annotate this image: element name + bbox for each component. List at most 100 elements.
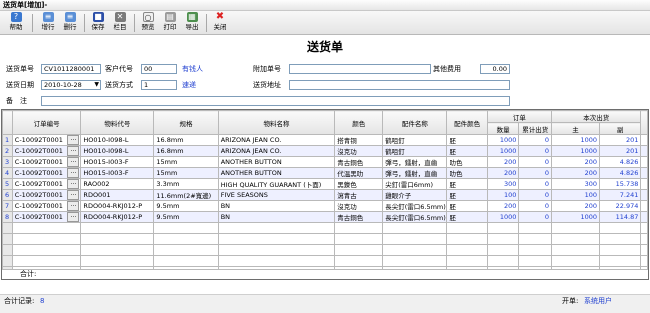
empty-row[interactable]: [2, 233, 648, 245]
part-color-cell[interactable]: 胚: [446, 200, 488, 212]
empty-row[interactable]: [2, 244, 648, 256]
sub-cell[interactable]: 22.974: [598, 200, 642, 212]
order-no-header[interactable]: 订单编号: [11, 110, 82, 135]
main-cell[interactable]: 1000: [551, 134, 600, 146]
order-no-cell[interactable]: C-10092T0001…: [11, 167, 82, 179]
other-fee-field[interactable]: 0.00: [480, 64, 510, 74]
qty-header[interactable]: 数量: [486, 122, 520, 135]
qty-cell[interactable]: 300: [486, 178, 520, 190]
part-color-cell[interactable]: 胚: [446, 145, 488, 157]
empty-row[interactable]: [2, 222, 648, 234]
columns-button[interactable]: ✕ 栏目: [110, 12, 130, 34]
part-name-cell[interactable]: 鹤咀釘: [382, 134, 448, 146]
table-row[interactable]: 2 C-10092T0001 … HO010-I098-L 16.8mm ARIZONA …: [2, 145, 648, 157]
item-name-cell[interactable]: ANOTHER BUTTON: [217, 156, 336, 168]
remark-field[interactable]: [41, 96, 510, 106]
main-cell[interactable]: 300: [551, 178, 600, 190]
table-row[interactable]: 7 C-10092T0001 … RDO004-RKJ012-P 9.5mm BN 沒克功 長…: [2, 200, 648, 212]
main-cell[interactable]: 1000: [551, 211, 600, 223]
main-header[interactable]: 主: [551, 122, 600, 135]
chevron-down-icon[interactable]: ▼: [94, 81, 99, 89]
doc-no-field[interactable]: CV1011280001: [41, 64, 101, 74]
part-color-cell[interactable]: 叻色: [446, 167, 488, 179]
sub-cell[interactable]: 15.738: [598, 178, 642, 190]
order-no-cell[interactable]: C-10092T0001…: [11, 178, 82, 190]
lookup-button[interactable]: …: [67, 179, 80, 189]
lookup-button[interactable]: …: [67, 146, 80, 156]
sub-cell[interactable]: 7.241: [598, 189, 642, 201]
item-name-cell[interactable]: ANOTHER BUTTON: [217, 167, 336, 179]
order-no-cell[interactable]: C-10092T0001…: [11, 189, 82, 201]
item-code-cell[interactable]: RDO001: [80, 189, 155, 201]
table-row[interactable]: 4 C-10092T0001 … HO015-I003-F 15mm ANOTHER BU…: [2, 167, 648, 179]
item-name-cell[interactable]: BN: [217, 211, 336, 223]
spec-cell[interactable]: 16.8mm: [153, 145, 219, 157]
lookup-button[interactable]: …: [67, 212, 80, 222]
color-header[interactable]: 颜色: [334, 110, 384, 135]
item-code-cell[interactable]: HO015-I003-F: [80, 156, 155, 168]
item-name-cell[interactable]: ARIZONA JEAN CO.: [217, 145, 336, 157]
item-name-cell[interactable]: HIGH QUALITY GUARANT (卜面): [217, 178, 336, 190]
lookup-button[interactable]: …: [67, 168, 80, 178]
color-cell[interactable]: 沒克功: [334, 200, 384, 212]
part-color-cell[interactable]: 胚: [446, 189, 488, 201]
order-no-cell[interactable]: C-10092T0001…: [11, 134, 82, 146]
color-cell[interactable]: 搭青铜: [334, 134, 384, 146]
main-cell[interactable]: 1000: [551, 145, 600, 157]
spec-cell[interactable]: 3.3mm: [153, 178, 219, 190]
qty-cell[interactable]: 1000: [486, 211, 520, 223]
cum-out-cell[interactable]: 0: [518, 200, 553, 212]
cum-out-cell[interactable]: 0: [518, 156, 553, 168]
cum-out-cell[interactable]: 0: [518, 178, 553, 190]
item-name-cell[interactable]: BN: [217, 200, 336, 212]
part-name-cell[interactable]: 長尖釘(雷口6.5mm): [382, 211, 448, 223]
order-no-cell[interactable]: C-10092T0001…: [11, 156, 82, 168]
table-row[interactable]: 8 C-10092T0001 … RDO004-RKJ012-P 9.5mm BN 青古銅色…: [2, 211, 648, 223]
part-name-cell[interactable]: 尖釘(雷口6mm): [382, 178, 448, 190]
customer-code-field[interactable]: 00: [141, 64, 177, 74]
main-cell[interactable]: 200: [551, 167, 600, 179]
table-row[interactable]: 1 C-10092T0001 … HO010-I098-L 16.8mm ARIZONA …: [2, 134, 648, 146]
cum-out-cell[interactable]: 0: [518, 189, 553, 201]
print-button[interactable]: ▤ 打印: [160, 12, 180, 34]
save-button[interactable]: ■ 保存: [88, 12, 108, 34]
sub-cell[interactable]: 4.826: [598, 167, 642, 179]
spec-cell[interactable]: 9.5mm: [153, 200, 219, 212]
qty-cell[interactable]: 200: [486, 156, 520, 168]
item-code-cell[interactable]: HO010-I098-L: [80, 134, 155, 146]
part-color-cell[interactable]: 胚: [446, 211, 488, 223]
item-code-cell[interactable]: RAO002: [80, 178, 155, 190]
part-color-cell[interactable]: 胚: [446, 178, 488, 190]
lookup-button[interactable]: …: [67, 157, 80, 167]
color-cell[interactable]: 瀉青古: [334, 189, 384, 201]
spec-header[interactable]: 规格: [153, 110, 219, 135]
part-color-cell[interactable]: 叻色: [446, 156, 488, 168]
item-name-cell[interactable]: ARIZONA JEAN CO.: [217, 134, 336, 146]
spec-cell[interactable]: 9.5mm: [153, 211, 219, 223]
item-code-cell[interactable]: HO015-I003-F: [80, 167, 155, 179]
lookup-button[interactable]: …: [67, 190, 80, 200]
main-cell[interactable]: 200: [551, 156, 600, 168]
preview-button[interactable]: ○ 预览: [138, 12, 158, 34]
table-row[interactable]: 5 C-10092T0001 … RAO002 3.3mm HIGH QUALITY GU…: [2, 178, 648, 190]
spec-cell[interactable]: 15mm: [153, 167, 219, 179]
address-field[interactable]: [289, 80, 510, 90]
cum-out-cell[interactable]: 0: [518, 145, 553, 157]
order-no-cell[interactable]: C-10092T0001…: [11, 145, 82, 157]
sub-header[interactable]: 副: [598, 122, 642, 135]
main-cell[interactable]: 100: [551, 189, 600, 201]
sub-cell[interactable]: 201: [598, 145, 642, 157]
empty-row[interactable]: [2, 255, 648, 267]
extra-no-field[interactable]: [289, 64, 431, 74]
item-name-cell[interactable]: FIVE SEASONS: [217, 189, 336, 201]
close-button[interactable]: ✖ 关闭: [210, 12, 230, 34]
color-cell[interactable]: 青古銅色: [334, 156, 384, 168]
main-cell[interactable]: 200: [551, 200, 600, 212]
cum-out-header[interactable]: 累计出货: [518, 122, 553, 135]
cum-out-cell[interactable]: 0: [518, 211, 553, 223]
method-code-field[interactable]: 1: [141, 80, 177, 90]
sub-cell[interactable]: 201: [598, 134, 642, 146]
help-button[interactable]: ? 帮助: [6, 12, 26, 34]
part-color-cell[interactable]: 胚: [446, 134, 488, 146]
delete-row-button[interactable]: ≡ 删行: [60, 12, 80, 34]
